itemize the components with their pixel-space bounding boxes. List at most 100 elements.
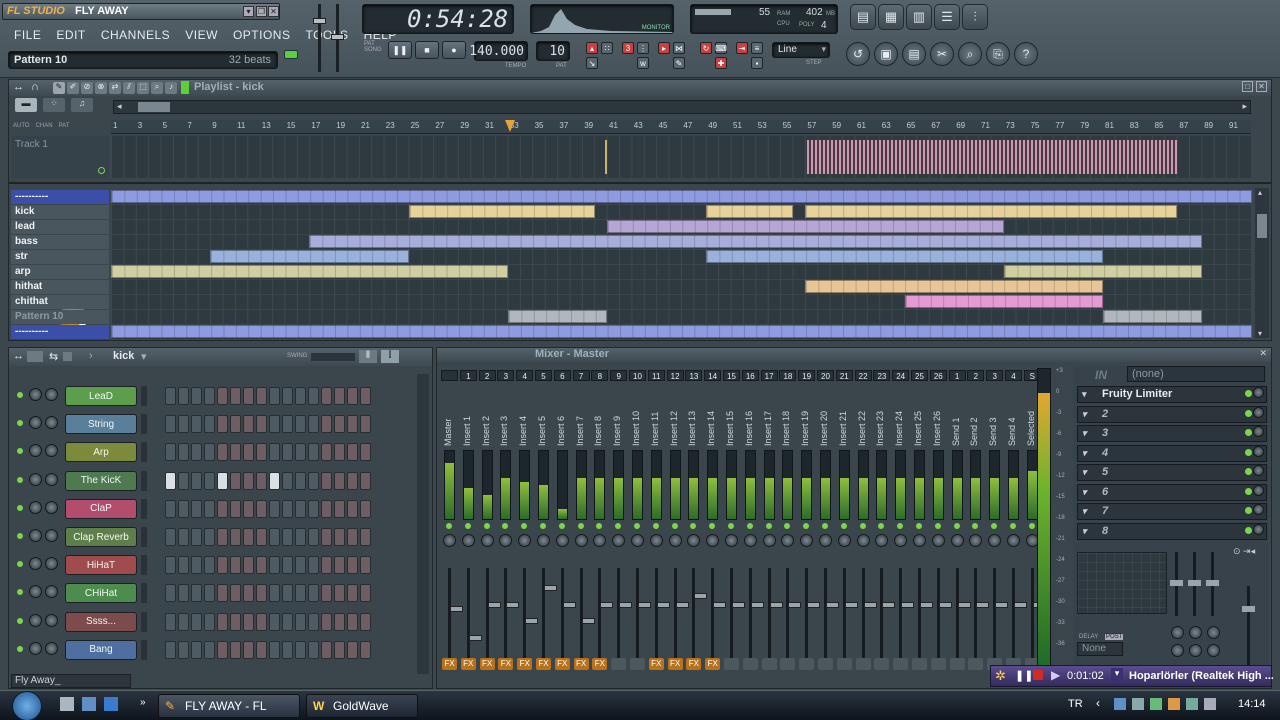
channel-led[interactable] [17,504,23,511]
step-button[interactable] [282,387,293,405]
step-button[interactable] [178,556,189,575]
channel-button[interactable]: CHiHat [65,583,137,604]
step-button[interactable] [321,640,332,659]
step-button[interactable] [321,443,332,462]
strip-fader[interactable] [767,568,783,658]
track-1-lane[interactable] [111,136,1251,178]
slot-enable-led[interactable] [1245,507,1252,514]
strip-fader[interactable] [974,568,990,658]
volume-knob[interactable] [45,388,58,401]
mixer-strip[interactable]: 7 Insert 7 FX [572,368,595,686]
step-button[interactable] [269,387,280,405]
strip-pan-knob[interactable] [875,534,889,547]
step-button[interactable] [256,584,267,603]
step-button[interactable] [191,443,202,462]
track-1-led[interactable] [98,167,105,174]
step-button[interactable] [243,387,254,405]
pan-knob[interactable] [29,613,42,627]
strip-fader[interactable] [485,568,501,658]
eq-graph[interactable] [1077,552,1167,614]
pattern-row-name[interactable]: str [11,250,109,264]
strip-fader[interactable] [936,568,952,658]
mute-chain-icon[interactable]: ⊙ ⇥◂ [1233,546,1263,558]
strip-enable-led[interactable] [1028,523,1035,529]
step-button[interactable] [269,528,280,546]
step-button[interactable] [165,471,176,490]
wait-button[interactable]: w [637,57,649,69]
step-button[interactable] [243,528,254,546]
mixer-strip[interactable]: 8 Insert 8 FX [591,368,614,686]
mixer-strip[interactable]: 17 Insert 17 FX [760,368,783,686]
step-button[interactable] [282,415,293,434]
slot-dropdown-icon[interactable]: ▾ [1082,446,1087,461]
strip-pan-knob[interactable] [537,534,550,547]
step-button[interactable] [178,528,189,546]
step-button[interactable] [256,528,267,546]
pan-knob[interactable] [29,472,42,486]
delete-icon[interactable]: ⊘ [81,82,93,94]
output-select[interactable]: None [1077,642,1123,656]
step-button[interactable] [282,499,293,518]
view-tracks-icon[interactable]: ▬ [15,98,37,112]
step-button[interactable] [347,471,358,490]
step-button[interactable] [243,443,254,462]
volume-knob[interactable] [45,529,58,542]
step-button[interactable] [347,415,358,434]
step-button[interactable] [347,556,358,575]
strip-fader[interactable] [861,568,877,658]
mixer-close-icon[interactable]: ✕ [1259,348,1267,359]
channel-select-bar[interactable] [141,414,147,435]
strip-enable-led[interactable] [558,523,565,529]
pat-song-toggle[interactable]: PAT SONG [364,41,382,53]
pan-knob[interactable] [29,585,42,599]
step-button[interactable] [165,528,176,546]
step-button[interactable] [178,499,189,518]
strip-pan-knob[interactable] [443,534,456,547]
step-button[interactable] [204,499,215,518]
step-button[interactable] [256,499,267,518]
strip-enable-led[interactable] [577,523,584,529]
volume-knob[interactable] [45,444,58,458]
metronome-button[interactable]: ▴ [586,42,598,54]
menu-edit[interactable]: EDIT [50,28,91,42]
strip-enable-led[interactable] [972,523,979,529]
channel-button[interactable]: String [65,414,137,435]
strip-pan-knob[interactable] [762,534,776,547]
strip-pan-knob[interactable] [894,534,908,547]
effect-slot[interactable]: 7 ▾ [1077,503,1267,520]
strip-enable-led[interactable] [765,523,772,529]
effect-slot[interactable]: 3 ▾ [1077,425,1267,442]
playlist-close-icon[interactable]: ✕ [1256,81,1267,92]
playlist-vscroll[interactable]: ▴ ▾ [1255,188,1269,338]
strip-enable-led[interactable] [840,523,847,529]
slot-enable-led[interactable] [1245,390,1252,397]
magnet-icon[interactable]: ∩ [31,81,39,93]
slot-mix-knob[interactable] [1253,445,1264,457]
step-sequencer-icon[interactable]: ▦ [878,4,904,30]
step-button[interactable] [295,471,306,490]
step-button[interactable] [282,528,293,546]
step-button[interactable] [191,556,202,575]
step-button[interactable] [230,443,241,462]
view-events-icon[interactable]: ⁘ [43,98,65,112]
menu-file[interactable]: FILE [8,28,47,42]
task-fl-studio[interactable]: ✎ FLY AWAY - FL Stud... [158,694,300,718]
channel-select-bar[interactable] [141,611,147,632]
pattern-block[interactable] [904,295,1103,308]
step-button[interactable] [230,612,241,631]
view-notes-icon[interactable]: ♫ [71,98,93,112]
step-button[interactable] [165,612,176,631]
graph-icon[interactable] [63,352,72,361]
strip-enable-led[interactable] [822,523,828,529]
strip-enable-led[interactable] [483,523,490,529]
punch-button[interactable]: ✚ [715,57,727,69]
step-button[interactable] [178,443,189,462]
strip-fader[interactable] [993,568,1009,658]
wait-input-button[interactable]: ∷ [601,42,613,54]
step-button[interactable] [334,499,345,518]
step-button[interactable] [230,528,241,546]
strip-fader[interactable] [899,568,915,658]
strip-pan-knob[interactable] [499,534,513,547]
step-button[interactable] [282,584,293,603]
overdub-button[interactable]: ≡ [751,42,763,54]
